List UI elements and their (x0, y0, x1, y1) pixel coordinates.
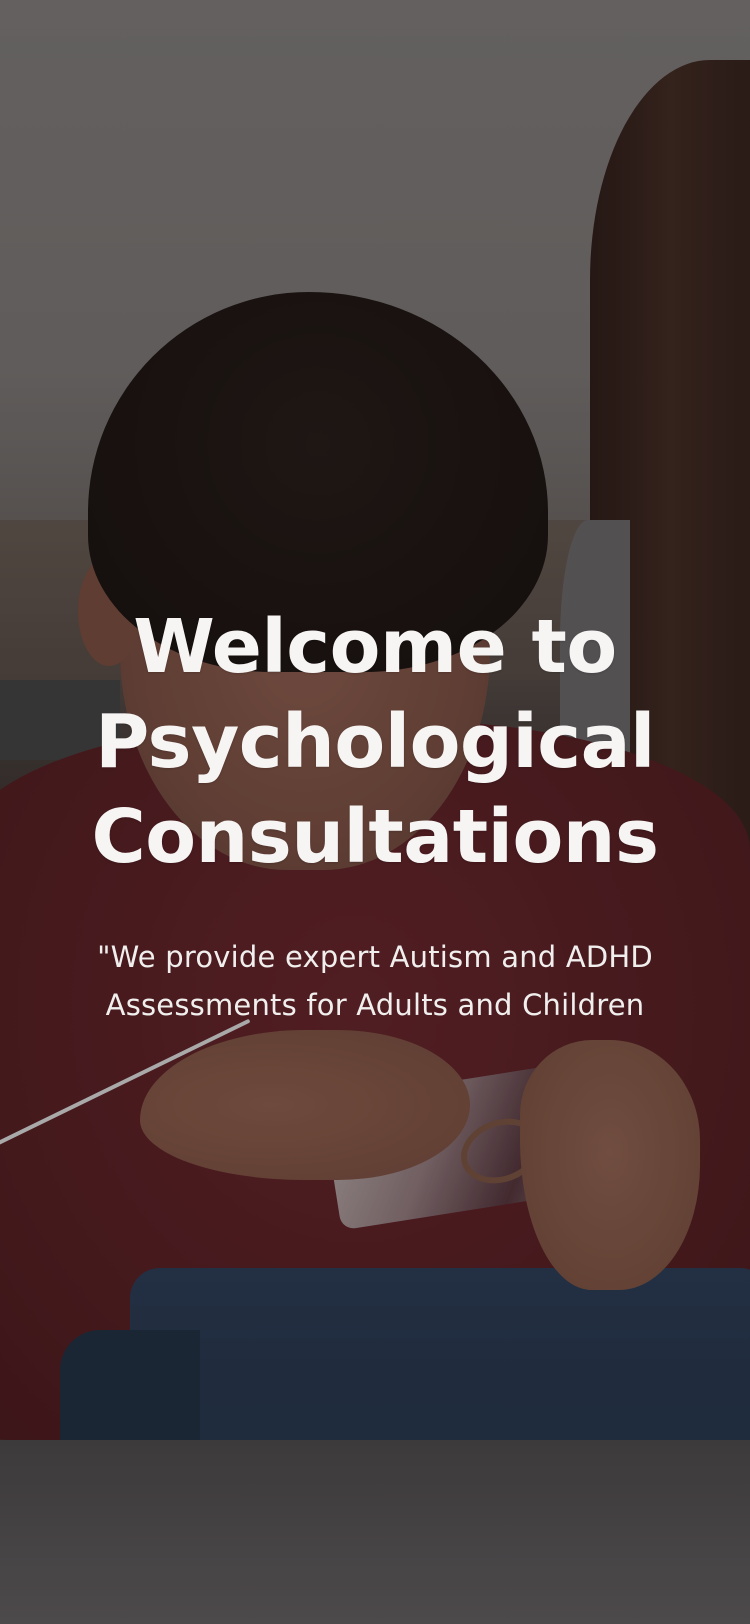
hero-title: Welcome to Psychological Consultations (91, 604, 659, 880)
hero-subtitle: "We provide expert Autism and ADHD Asses… (97, 940, 653, 1022)
hero-section: Welcome to Psychological Consultations "… (0, 0, 750, 1624)
hero-content: Welcome to Psychological Consultations "… (0, 600, 750, 1029)
